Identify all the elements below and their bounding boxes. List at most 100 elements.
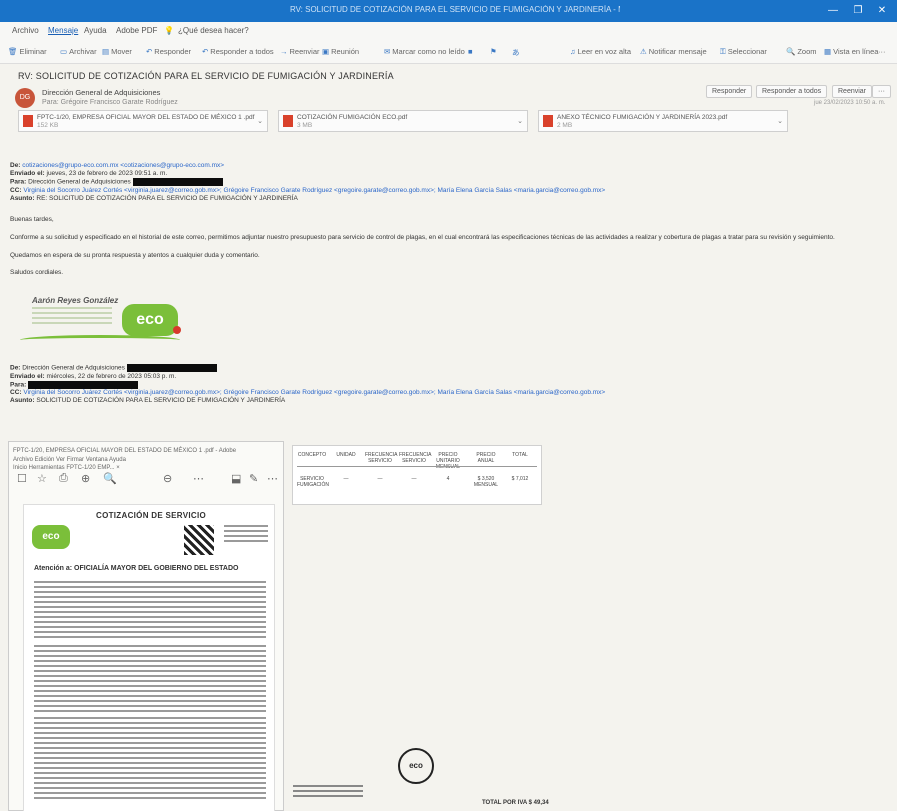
forward-icon: → — [280, 47, 288, 56]
tag-icon: ■ — [468, 47, 473, 56]
table-cell: $ 3,520 MENSUAL — [473, 476, 499, 488]
attachment-3[interactable]: ANEXO TÉCNICO FUMIGACIÓN Y JARDINERÍA 20… — [538, 110, 788, 132]
more-icon: ⋯ — [267, 473, 278, 485]
meeting-button[interactable]: ▣ Reunión — [322, 47, 359, 56]
table-header: PRECIO UNITARIO MENSUAL — [435, 452, 461, 470]
recipient-line: Para: Grégoire Francisco Garate Rodrígue… — [42, 99, 178, 106]
table-header: UNIDAD — [336, 452, 356, 458]
window-title: RV: SOLICITUD DE COTIZACIÓN PARA EL SERV… — [290, 5, 620, 14]
chevron-down-icon[interactable]: ⌄ — [257, 117, 263, 125]
trash-icon: 🗑 — [8, 47, 18, 56]
report-icon: ⚠ — [640, 47, 647, 56]
eco-logo: eco — [32, 525, 70, 549]
search-icon: 🔍 — [103, 473, 117, 485]
menu-ayuda[interactable]: Ayuda — [84, 26, 107, 35]
table-cell: — — [343, 476, 349, 482]
forward-button[interactable]: → Reenviar — [280, 47, 320, 56]
quote-heading: COTIZACIÓN DE SERVICIO — [96, 511, 207, 520]
table-cell: SERVICIO FUMIGACIÓN — [297, 476, 329, 488]
move-icon: ▤ — [102, 47, 110, 56]
translate-icon: あ — [512, 48, 520, 57]
cc-links[interactable]: Virginia del Socorro Juárez Cortés <virg… — [23, 389, 605, 396]
reply-all-action-button[interactable]: Responder a todos — [756, 85, 828, 98]
attachment-1[interactable]: FPTC-1/20, EMPRESA OFICIAL MAYOR DEL EST… — [18, 110, 268, 132]
forward-header-2: De: Dirección General de Adquisiciones E… — [10, 364, 606, 405]
close-button[interactable]: ✕ — [875, 4, 889, 18]
attachment-2[interactable]: COTIZACIÓN FUMIGACIÓN ECO.pdf 3 MB ⌄ — [278, 110, 528, 132]
message-date: jue 23/02/2023 10:50 a. m. — [814, 100, 886, 106]
panel-icon: ⬓ — [231, 473, 242, 485]
lock-icon: ⚿ — [720, 47, 726, 56]
body-paragraph-2: Quedamos en espera de su pronta respuest… — [10, 252, 260, 259]
quote-info — [224, 525, 268, 545]
inline-view-button[interactable]: ▦ Vista en línea — [824, 47, 878, 56]
table-divider — [297, 466, 537, 467]
table-header: PRECIO ANUAL — [476, 452, 496, 464]
select-button[interactable]: ⚿ Seleccionar — [720, 47, 767, 57]
menu-mensaje[interactable]: Mensaje — [48, 26, 78, 35]
menu-archivo[interactable]: Archivo — [12, 26, 39, 35]
quote-text-lines — [34, 581, 266, 641]
star-icon: ☆ — [37, 473, 47, 485]
total-label: TOTAL POR IVA $ 49,34 — [482, 800, 549, 806]
delete-button[interactable]: 🗑 Eliminar — [8, 47, 47, 56]
lightbulb-icon: 💡 — [164, 26, 174, 35]
chevron-down-icon[interactable]: ⌄ — [517, 117, 523, 125]
pdf-page: COTIZACIÓN DE SERVICIO eco Atención a: O… — [23, 504, 275, 811]
read-aloud-icon: ♫ — [570, 47, 576, 56]
pdf-icon — [23, 115, 33, 127]
zoom-in-icon: ⊕ — [81, 473, 91, 485]
mark-unread-button[interactable]: ✉ Marcar como no leído — [384, 47, 465, 56]
table-cell: — — [411, 476, 417, 482]
signature-swoosh — [20, 335, 180, 345]
report-message-button[interactable]: ⚠ Notificar mensaje — [640, 47, 707, 56]
quote-text-lines — [34, 645, 266, 715]
page-icon: ☐ — [17, 473, 27, 485]
more-icon[interactable]: ··· — [878, 47, 886, 56]
archive-icon: ▭ — [60, 47, 68, 56]
zoom-button[interactable]: 🔍 Zoom — [786, 47, 817, 56]
cc-links[interactable]: Virginia del Socorro Juárez Cortés <virg… — [23, 187, 605, 194]
redaction-bar — [132, 178, 223, 186]
reply-action-button[interactable]: Responder — [706, 85, 753, 98]
minimize-button[interactable]: — — [826, 4, 840, 18]
ribbon: 🗑 Eliminar ▭ Archivar ▤ Mover ↶ Responder ↶ R… — [0, 40, 897, 64]
pen-icon: ✎ — [249, 473, 259, 485]
chevron-down-icon[interactable]: ⌄ — [777, 117, 783, 125]
archive-button[interactable]: ▭ Archivar — [60, 47, 97, 56]
forward-action-button[interactable]: Reenviar — [832, 85, 873, 98]
follow-up-button[interactable]: ⚑ — [490, 47, 499, 56]
eco-stamp: eco — [398, 748, 434, 784]
footer-text-lines — [293, 785, 363, 805]
sender-name[interactable]: Dirección General de Adquisiciones — [42, 88, 160, 97]
pdf-tabs: Inicio Herramientas FPTC-1/20 EMP... × — [13, 465, 120, 471]
reply-icon: ↶ — [146, 47, 153, 56]
pdf-toolbar: ☐ ☆ ⎙ ⊕ 🔍 ⊖ ⋯ ⬓ ✎ ⋯ — [13, 472, 281, 486]
categorize-button[interactable]: ■ — [468, 47, 475, 56]
redaction-bar — [28, 380, 139, 389]
more-icon: ⋯ — [193, 473, 204, 485]
translate-button[interactable]: あ — [512, 47, 522, 58]
reply-button[interactable]: ↶ Responder — [146, 47, 191, 56]
pdf-menu: Archivo Edición Ver Firmar Ventana Ayuda — [13, 457, 126, 463]
quote-attention: Atención a: OFICIALÍA MAYOR DEL GOBIERNO… — [34, 565, 239, 572]
maximize-button[interactable]: ❐ — [851, 4, 865, 18]
table-header: TOTAL — [512, 452, 528, 458]
pdf-icon — [543, 115, 553, 127]
table-header: CONCEPTO — [297, 452, 327, 458]
reply-all-icon: ↶ — [202, 47, 209, 56]
table-cell: $ 7,012 — [511, 476, 529, 482]
move-button[interactable]: ▤ Mover — [102, 47, 132, 56]
menu-adobe-pdf[interactable]: Adobe PDF — [116, 26, 157, 35]
tell-me-search[interactable]: ¿Qué desea hacer? — [178, 26, 249, 35]
body-greeting: Buenas tardes, — [10, 216, 54, 223]
qr-code — [184, 525, 214, 555]
read-aloud-button[interactable]: ♫ Leer en voz alta — [570, 47, 631, 56]
from-link[interactable]: cotizaciones@grupo-eco.com.mx <cotizacio… — [22, 162, 224, 169]
reply-all-button[interactable]: ↶ Responder a todos — [202, 47, 274, 56]
quote-text-lines — [34, 717, 266, 802]
pdf-window-title: FPTC-1/20, EMPRESA OFICIAL MAYOR DEL EST… — [13, 448, 237, 454]
forward-header-1: De: cotizaciones@grupo-eco.com.mx <cotiz… — [10, 162, 606, 202]
more-actions-button[interactable]: ··· — [872, 85, 891, 98]
avatar[interactable]: DG — [15, 88, 35, 108]
